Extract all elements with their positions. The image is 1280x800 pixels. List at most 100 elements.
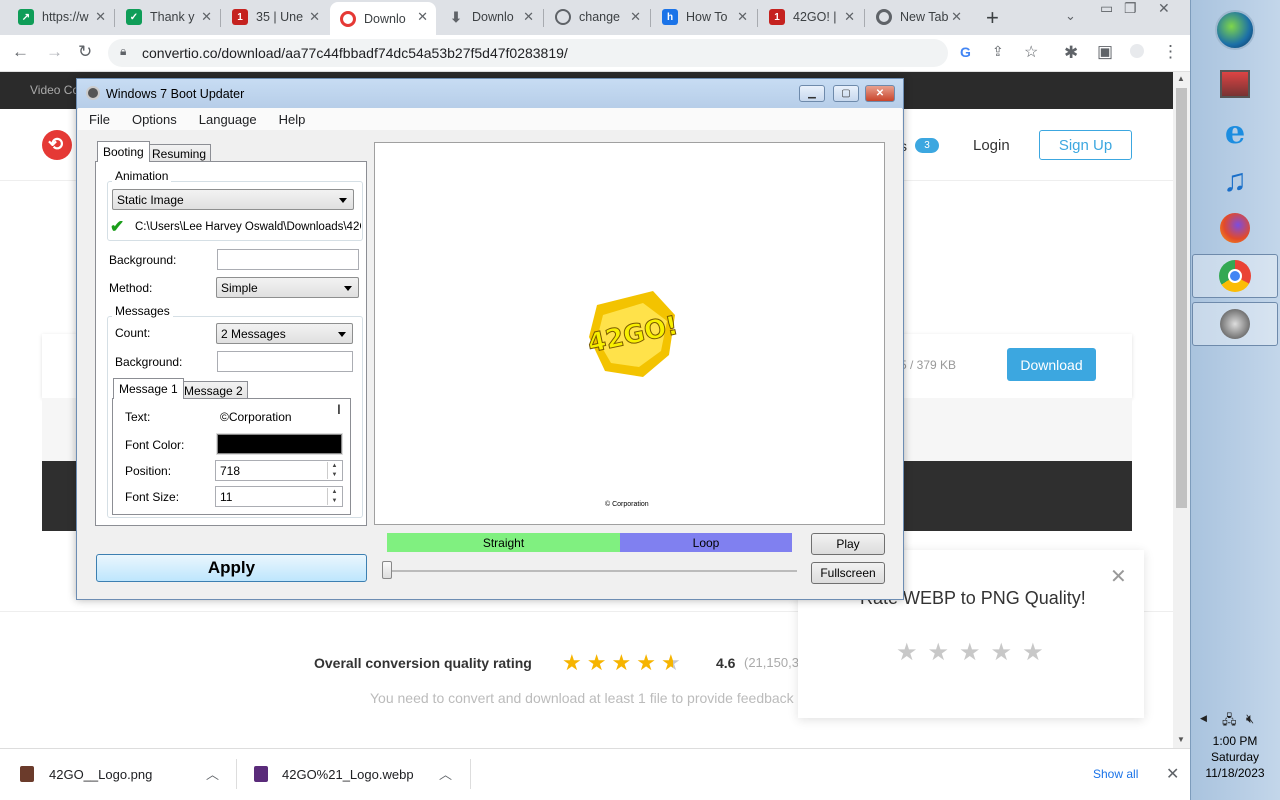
star-icon[interactable]: ★ <box>959 638 981 667</box>
message-background-field[interactable] <box>217 351 353 372</box>
spinner-arrows[interactable]: ▲ ▼ <box>327 488 341 505</box>
chevron-up-icon[interactable]: ︿ <box>439 764 452 783</box>
close-icon[interactable]: ✕ <box>1166 764 1179 784</box>
topbar-link[interactable]: Video Co <box>30 83 79 97</box>
close-button[interactable]: ✕ <box>865 85 895 102</box>
tab-message-1[interactable]: Message 1 <box>113 378 184 399</box>
menu-file[interactable]: File <box>78 112 121 127</box>
restore-icon[interactable]: ❐ <box>1124 0 1137 17</box>
browser-tab[interactable]: ✓ Thank y ✕ <box>116 2 220 32</box>
chrome-taskbar-icon[interactable] <box>1192 254 1278 298</box>
menu-language[interactable]: Language <box>188 112 268 127</box>
chevron-up-icon[interactable]: ︿ <box>206 764 219 783</box>
minimize-icon[interactable]: ▭ <box>1100 0 1113 17</box>
straight-segment[interactable]: Straight <box>387 533 620 552</box>
browser-tab[interactable]: ⬇ Downlo ✕ <box>438 2 542 32</box>
volume-muted-icon[interactable]: 🔇︎ <box>1246 711 1254 727</box>
browser-tab[interactable]: ↗ https://w ✕ <box>8 2 114 32</box>
convertio-logo-icon[interactable]: ⟲ <box>42 130 72 160</box>
close-icon[interactable]: ✕ <box>417 9 428 25</box>
side-panel-icon[interactable]: ▣ <box>1097 42 1113 62</box>
address-bar[interactable]: 🔒︎ convertio.co/download/aa77c44fbbadf74… <box>108 39 1038 67</box>
play-button[interactable]: Play <box>811 533 885 555</box>
apply-button[interactable]: Apply <box>96 554 367 582</box>
media-player-icon[interactable]: ♫ <box>1192 158 1278 202</box>
login-link[interactable]: Login <box>973 137 1010 154</box>
browser-tab[interactable]: change ✕ <box>545 2 649 32</box>
scroll-up-icon[interactable]: ▲ <box>1177 74 1185 83</box>
internet-explorer-icon[interactable]: e <box>1192 110 1278 154</box>
number-one-icon: 1 <box>232 9 248 25</box>
close-icon[interactable]: ✕ <box>1110 564 1127 589</box>
url-text[interactable]: convertio.co/download/aa77c44fbbadf74dc5… <box>142 45 568 61</box>
show-all-link[interactable]: Show all <box>1093 767 1138 781</box>
google-lens-icon[interactable]: G <box>960 44 971 60</box>
method-select[interactable]: Simple <box>216 277 359 298</box>
spinner-arrows[interactable]: ▲ ▼ <box>327 462 341 479</box>
menu-kebab-icon[interactable]: ⋮ <box>1162 42 1179 62</box>
lock-icon[interactable]: 🔒︎ <box>120 44 126 59</box>
start-orb-icon[interactable] <box>1192 6 1278 54</box>
message-text-field[interactable]: ©Corporation <box>215 406 343 427</box>
animation-type-select[interactable]: Static Image <box>112 189 354 210</box>
close-icon[interactable]: ✕ <box>309 9 320 25</box>
window-titlebar[interactable]: Windows 7 Boot Updater ▁ ▢ ✕ <box>77 79 903 109</box>
minimize-button[interactable]: ▁ <box>799 85 825 102</box>
menu-help[interactable]: Help <box>268 112 317 127</box>
close-icon[interactable]: ✕ <box>737 9 748 25</box>
network-icon[interactable]: 🖧︎ <box>1222 711 1237 733</box>
maximize-button[interactable]: ▢ <box>833 85 859 102</box>
close-icon[interactable]: ✕ <box>951 9 962 25</box>
firefox-icon[interactable] <box>1192 206 1278 250</box>
reload-icon[interactable]: ↻ <box>78 42 92 62</box>
font-size-spinner[interactable]: 11 ▲ ▼ <box>215 486 343 507</box>
signup-button[interactable]: Sign Up <box>1039 130 1132 160</box>
close-icon[interactable]: ✕ <box>844 9 855 25</box>
taskbar-app-icon[interactable] <box>1192 62 1278 106</box>
loop-segment[interactable]: Loop <box>620 533 792 552</box>
scrollbar-thumb[interactable] <box>1176 88 1187 508</box>
clock[interactable]: 1:00 PM Saturday 11/18/2023 <box>1190 734 1280 788</box>
star-icon[interactable]: ★ <box>991 638 1013 667</box>
scroll-down-icon[interactable]: ▼ <box>1177 735 1185 744</box>
close-window-icon[interactable]: ✕ <box>1158 0 1170 17</box>
browser-tab[interactable]: 1 35 | Une ✕ <box>222 2 328 32</box>
download-button[interactable]: Download <box>1007 348 1096 381</box>
browser-tab[interactable]: 1 42GO! | ✕ <box>759 2 863 32</box>
fullscreen-button[interactable]: Fullscreen <box>811 562 885 584</box>
browser-tab[interactable]: h How To ✕ <box>652 2 756 32</box>
count-select[interactable]: 2 Messages <box>216 323 353 344</box>
boot-updater-taskbar-icon[interactable] <box>1192 302 1278 346</box>
star-icon[interactable]: ★ <box>896 638 918 667</box>
tab-title: How To <box>686 10 728 24</box>
share-icon[interactable]: ⇪ <box>992 43 1004 60</box>
close-icon[interactable]: ✕ <box>201 9 212 25</box>
forward-arrow-icon[interactable]: → <box>46 42 63 62</box>
menu-options[interactable]: Options <box>121 112 188 127</box>
extensions-icon[interactable]: ✱ <box>1064 43 1078 63</box>
new-tab-plus-icon[interactable]: + <box>986 5 999 31</box>
download-item-name[interactable]: 42GO%21_Logo.webp <box>282 767 414 782</box>
star-icon[interactable]: ★ <box>928 638 950 667</box>
position-spinner[interactable]: 718 ▲ ▼ <box>215 460 343 481</box>
download-item-name[interactable]: 42GO__Logo.png <box>49 767 152 782</box>
browser-tab-active[interactable]: Downlo ✕ <box>330 2 436 35</box>
tab-booting[interactable]: Booting <box>97 141 150 162</box>
app-icon <box>86 86 100 100</box>
popup-stars[interactable]: ★ ★ ★ ★ ★ <box>896 638 1044 667</box>
position-label: Position: <box>125 464 172 478</box>
tab-search-chevron-icon[interactable]: ⌄ <box>1065 8 1076 24</box>
tab-title: 35 | Une <box>256 10 304 24</box>
font-color-swatch[interactable] <box>216 433 343 455</box>
background-field[interactable] <box>217 249 359 270</box>
tray-arrow-icon[interactable]: ◀ <box>1200 713 1207 724</box>
star-icon[interactable]: ★ <box>1022 638 1044 667</box>
profile-avatar[interactable] <box>1130 44 1144 58</box>
close-icon[interactable]: ✕ <box>523 9 534 25</box>
browser-tab[interactable]: New Tab ✕ <box>866 2 970 32</box>
close-icon[interactable]: ✕ <box>630 9 641 25</box>
back-arrow-icon[interactable]: ← <box>12 42 29 62</box>
close-icon[interactable]: ✕ <box>95 9 106 25</box>
bookmark-star-icon[interactable]: ☆ <box>1024 42 1038 62</box>
timeline-slider-thumb[interactable] <box>382 561 392 579</box>
